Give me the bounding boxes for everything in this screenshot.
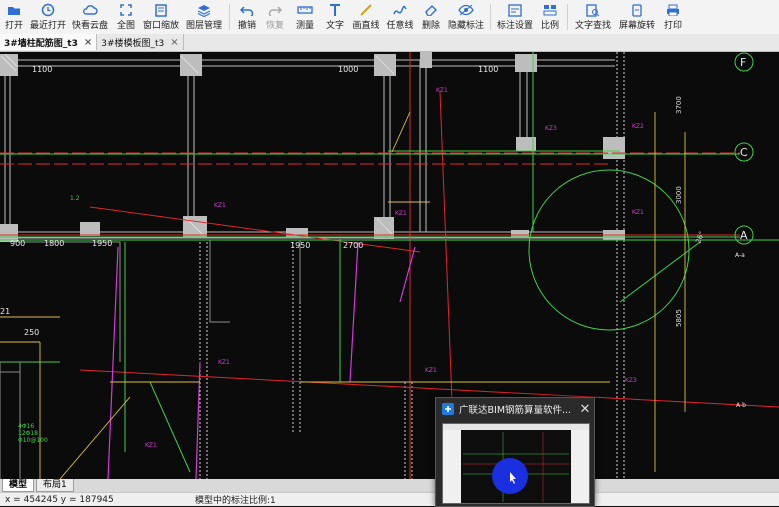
angle-label: 26° xyxy=(694,230,706,244)
draw-line-button[interactable]: 画直线 xyxy=(349,0,383,31)
redo-icon xyxy=(267,3,283,17)
column-tag: KZ3 xyxy=(545,125,557,132)
grid-axis-label: A xyxy=(740,229,748,242)
undo-icon xyxy=(239,3,255,17)
open-button[interactable]: 打开 xyxy=(0,0,28,31)
column-tag: KZ1 xyxy=(145,442,157,449)
rebar-note: 12Φ18 xyxy=(18,430,38,437)
cursor-coordinates: x = 454245 y = 187945 xyxy=(5,494,114,505)
tab-floor-template-drawing[interactable]: 3#楼模板图_t3 × xyxy=(97,34,184,50)
dim-label: 21 xyxy=(0,307,10,316)
dim-label: 1950 xyxy=(92,239,112,248)
app-icon xyxy=(442,403,454,415)
find-text-icon xyxy=(585,3,601,17)
annotation-settings-button[interactable]: 标注设置 xyxy=(494,0,536,31)
layers-icon xyxy=(196,3,212,17)
scale-icon xyxy=(542,3,558,17)
grid-sub-label: A-a xyxy=(735,252,745,259)
rotate-screen-button[interactable]: 屏幕旋转 xyxy=(615,0,659,31)
undo-button[interactable]: 撤销 xyxy=(233,0,261,31)
window-zoom-icon xyxy=(153,3,169,17)
dim-label: 1100 xyxy=(478,65,498,74)
vertical-dim-label: 5805 xyxy=(675,309,683,327)
dim-label: 1800 xyxy=(44,239,64,248)
fullscreen-icon xyxy=(118,3,134,17)
grid-axis-label: F xyxy=(740,56,746,69)
clock-icon xyxy=(40,3,56,17)
annotation-scale-text: 模型中的标注比例:1 xyxy=(195,496,276,506)
settings-icon xyxy=(507,3,523,17)
tab-label: 3#墙柱配筋图_t3 xyxy=(4,38,78,49)
full-view-button[interactable]: 全图 xyxy=(112,0,140,31)
window-thumbnail[interactable] xyxy=(442,423,590,504)
rebar-note: Φ10@100 xyxy=(18,437,48,444)
column-tag: KZ1 xyxy=(214,202,226,209)
cloud-icon xyxy=(82,3,98,17)
rotate-icon xyxy=(629,3,645,17)
window-zoom-button[interactable]: 窗口缩放 xyxy=(140,0,182,31)
text-button[interactable]: 文字 xyxy=(321,0,349,31)
vertical-dim-label: 3000 xyxy=(675,186,683,204)
tab-model[interactable]: 模型 xyxy=(2,479,35,492)
popup-title: 广联达BIM钢筋算量软件... xyxy=(459,405,572,416)
toolbar-divider xyxy=(229,4,230,30)
tab-wall-column-drawing[interactable]: 3#墙柱配筋图_t3 × xyxy=(0,34,98,50)
grid-sub-label: A-b xyxy=(736,402,746,409)
measure-button[interactable]: 测量 xyxy=(289,0,321,31)
delete-button[interactable]: 删除 xyxy=(417,0,445,31)
close-icon[interactable]: ✕ xyxy=(576,402,594,417)
find-text-button[interactable]: 文字查找 xyxy=(571,0,615,31)
cad-drawing: 1100 1000 1100 900 1800 1950 1950 2700 2… xyxy=(0,52,779,479)
column-tag: KZ1 xyxy=(436,87,448,94)
scale-button[interactable]: 比例 xyxy=(536,0,564,31)
close-icon[interactable]: × xyxy=(84,37,92,48)
dim-label: 900 xyxy=(10,239,25,248)
cad-drawing-canvas[interactable]: 1100 1000 1100 900 1800 1950 1950 2700 2… xyxy=(0,52,779,479)
toolbar-divider xyxy=(490,4,491,30)
cloud-drive-button[interactable]: 快看云盘 xyxy=(68,0,112,31)
tab-layout1[interactable]: 布局1 xyxy=(36,479,74,492)
vertical-dim-label: 3700 xyxy=(675,96,683,114)
hide-annotation-button[interactable]: 隐藏标注 xyxy=(445,0,487,31)
print-button[interactable]: 打印 xyxy=(659,0,687,31)
freeline-icon xyxy=(392,3,408,17)
folder-icon xyxy=(6,3,22,17)
recent-open-button[interactable]: 最近打开 xyxy=(28,0,68,31)
dim-label: 2700 xyxy=(343,241,363,250)
close-icon[interactable]: × xyxy=(170,37,178,48)
column-tag: KZ1 xyxy=(425,367,437,374)
freeline-button[interactable]: 任意线 xyxy=(383,0,417,31)
dim-label: 1000 xyxy=(338,65,358,74)
tab-label: 3#楼模板图_t3 xyxy=(101,38,165,49)
grid-axis-label: C xyxy=(740,146,748,159)
dim-label: 1100 xyxy=(32,65,52,74)
eraser-icon xyxy=(423,3,439,17)
column-tag: KZ1 xyxy=(218,359,230,366)
dim-label: 250 xyxy=(24,328,39,337)
column-tag: KZ2 xyxy=(632,123,644,130)
layer-manager-button[interactable]: 图层管理 xyxy=(182,0,226,31)
column-tag: KZ1 xyxy=(395,210,407,217)
column-tag: KZ3 xyxy=(625,377,637,384)
main-toolbar: 打开 最近打开 快看云盘 全图 窗口缩放 图层管理 撤销 恢复 测量 文字 画直… xyxy=(0,0,779,35)
line-icon xyxy=(358,3,374,17)
dim-label: 1950 xyxy=(290,241,310,250)
measure-icon xyxy=(297,3,313,17)
print-icon xyxy=(665,3,681,17)
taskbar-preview-popup[interactable]: 广联达BIM钢筋算量软件... ✕ xyxy=(435,397,595,507)
document-tab-bar: 3#墙柱配筋图_t3 × 3#楼模板图_t3 × xyxy=(0,34,779,52)
rebar-note: 1.2 xyxy=(70,195,80,202)
popup-header: 广联达BIM钢筋算量软件... ✕ xyxy=(436,398,594,420)
layout-tab-bar: 模型 布局1 xyxy=(0,479,779,492)
rebar-note: 4Φ16 xyxy=(18,423,34,430)
eye-icon xyxy=(458,3,474,17)
column-tag: KZ1 xyxy=(632,209,644,216)
thumbnail-image xyxy=(443,424,589,503)
redo-button[interactable]: 恢复 xyxy=(261,0,289,31)
toolbar-divider xyxy=(567,4,568,30)
text-icon xyxy=(327,3,343,17)
status-bar: x = 454245 y = 187945 模型中的标注比例:1 xyxy=(0,492,779,506)
